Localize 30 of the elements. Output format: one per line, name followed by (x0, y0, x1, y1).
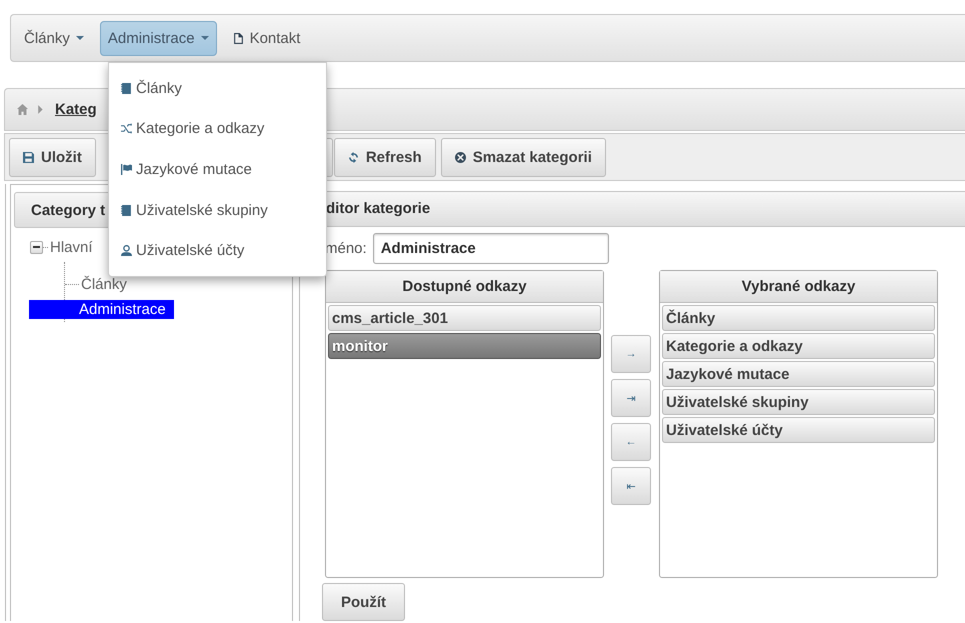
list-header: Dostupné odkazy (326, 271, 603, 304)
panel-header: ditor kategorie (324, 191, 965, 227)
list-item[interactable]: cms_article_301 (328, 305, 601, 332)
menu-item[interactable]: Články (109, 68, 326, 109)
name-field[interactable]: Administrace (372, 233, 609, 264)
menu-item[interactable]: Jazykové mutace (109, 149, 326, 190)
list-header: Vybrané odkazy (660, 271, 937, 304)
apply-button[interactable]: Použít (322, 583, 405, 621)
list-item[interactable]: Články (662, 305, 935, 332)
list-item[interactable]: Kategorie a odkazy (662, 333, 935, 360)
toolbar-button[interactable]: Uložit (9, 138, 96, 176)
list-item[interactable]: monitor (328, 333, 601, 360)
menu-item[interactable]: Kategorie a odkazy (109, 108, 326, 150)
tree-item[interactable]: Administrace (29, 300, 174, 319)
move-button[interactable]: → (611, 335, 651, 374)
list-item[interactable]: Uživatelské účty (662, 417, 935, 444)
move-button[interactable]: ← (611, 423, 651, 462)
toolbar-button[interactable]: Smazat kategorii (440, 138, 606, 176)
move-button[interactable]: ⇥ (611, 379, 651, 418)
menu-button[interactable]: Články (16, 20, 92, 56)
tree-item[interactable]: Články (79, 276, 129, 293)
nav-link[interactable]: Kontakt (224, 20, 308, 56)
breadcrumb-link[interactable]: Kateg (55, 101, 97, 118)
toolbar-button[interactable]: Refresh (334, 138, 436, 176)
tree-item[interactable]: Hlavní (48, 238, 95, 256)
list-item[interactable]: Jazykové mutace (662, 361, 935, 388)
menu-item[interactable]: Uživatelské účty (109, 230, 326, 271)
move-button[interactable]: ⇤ (611, 467, 651, 506)
list-item[interactable]: Uživatelské skupiny (662, 389, 935, 416)
menu-button[interactable]: Administrace (100, 20, 217, 56)
